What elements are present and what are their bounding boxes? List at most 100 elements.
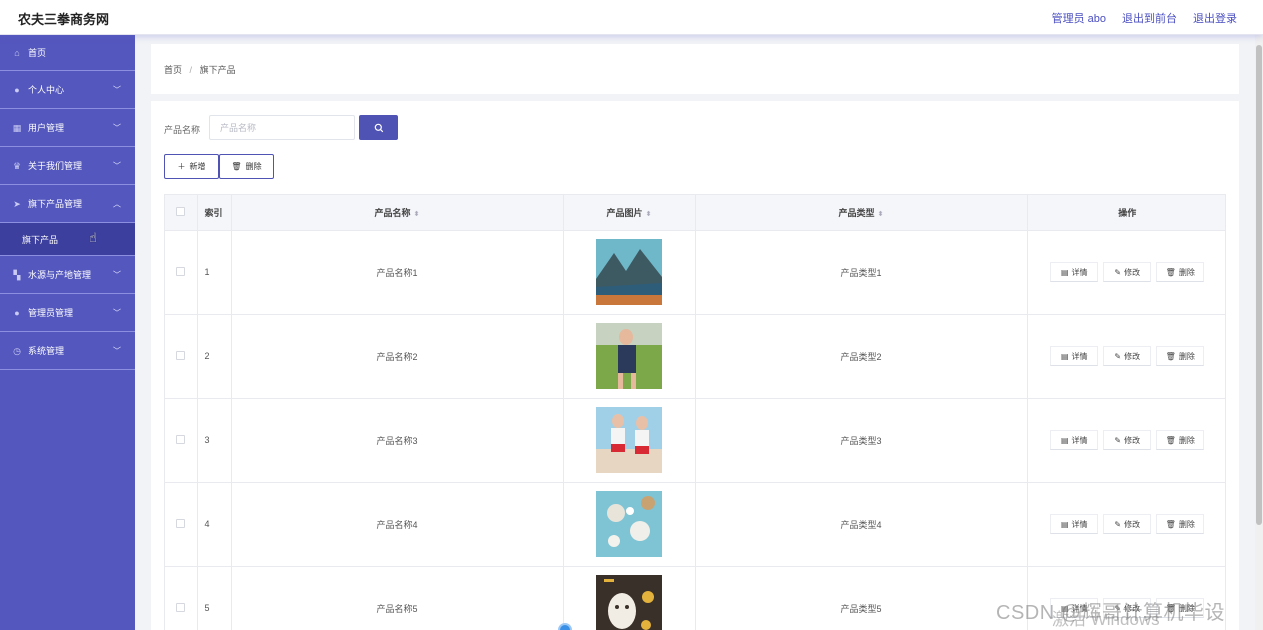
delete-button[interactable]: 🗑 删除 bbox=[1156, 262, 1205, 282]
detail-button[interactable]: ▤ 详情 bbox=[1050, 262, 1099, 282]
sidebar-item-products[interactable]: ➤ 旗下产品管理 ︿ bbox=[0, 185, 135, 223]
batch-delete-button[interactable]: 🗑 删除 bbox=[219, 154, 274, 179]
breadcrumb: 首页 / 旗下产品 bbox=[164, 63, 236, 76]
breadcrumb-card: 首页 / 旗下产品 bbox=[151, 44, 1239, 94]
detail-button[interactable]: ▤ 详情 bbox=[1050, 430, 1099, 450]
row-checkbox[interactable] bbox=[176, 434, 186, 444]
document-icon: ▤ bbox=[1060, 267, 1069, 277]
trash-icon: 🗑 bbox=[1165, 519, 1176, 529]
edit-button[interactable]: ✎ 修改 bbox=[1103, 430, 1152, 450]
header-image[interactable]: 产品图片 ⬍ bbox=[563, 195, 696, 231]
add-button[interactable]: ＋ 新增 bbox=[164, 154, 219, 179]
sidebar-item-about-us[interactable]: ♛ 关于我们管理 ﹀ bbox=[0, 147, 135, 185]
trash-icon: 🗑 bbox=[1165, 267, 1176, 277]
breadcrumb-current: 旗下产品 bbox=[199, 65, 236, 75]
row-product-type: 产品类型1 bbox=[695, 230, 1028, 315]
edit-button-label: 修改 bbox=[1124, 351, 1141, 361]
send-icon: ➤ bbox=[13, 198, 21, 209]
detail-button[interactable]: ▤ 详情 bbox=[1050, 346, 1099, 366]
header-type[interactable]: 产品类型 ⬍ bbox=[695, 195, 1028, 231]
sidebar-subitem-label: 旗下产品 bbox=[22, 234, 59, 245]
header-type-label: 产品类型 bbox=[838, 207, 875, 218]
product-image bbox=[596, 575, 662, 630]
sidebar-item-user-management[interactable]: ▦ 用户管理 ﹀ bbox=[0, 109, 135, 147]
row-checkbox[interactable] bbox=[176, 266, 186, 276]
edit-button-label: 修改 bbox=[1124, 435, 1141, 445]
edit-button[interactable]: ✎ 修改 bbox=[1103, 262, 1152, 282]
header-name[interactable]: 产品名称 ⬍ bbox=[231, 195, 564, 231]
detail-button-label: 详情 bbox=[1071, 519, 1088, 529]
row-actions: ▤ 详情 ✎ 修改 🗑 删除 bbox=[1027, 314, 1225, 399]
delete-button[interactable]: 🗑 删除 bbox=[1156, 346, 1205, 366]
document-icon: ▤ bbox=[1060, 435, 1069, 445]
sidebar-subitem-products[interactable]: 旗下产品 ☝ bbox=[0, 223, 135, 256]
sidebar-item-label: 用户管理 bbox=[28, 123, 65, 133]
edit-button[interactable]: ✎ 修改 bbox=[1103, 514, 1152, 534]
logout-link[interactable]: 退出登录 bbox=[1193, 10, 1237, 26]
breadcrumb-separator: / bbox=[189, 65, 193, 75]
delete-button[interactable]: 🗑 删除 bbox=[1156, 430, 1205, 450]
row-product-name: 产品名称1 bbox=[231, 230, 564, 315]
delete-button-label: 删除 bbox=[245, 162, 262, 171]
grid-icon: ▚ bbox=[13, 269, 21, 280]
hand-cursor-icon: ☝ bbox=[89, 230, 97, 245]
row-checkbox[interactable] bbox=[176, 350, 186, 360]
sidebar-item-home[interactable]: ⌂ 首页 bbox=[0, 35, 135, 71]
edit-button-label: 修改 bbox=[1124, 519, 1141, 529]
sidebar-item-personal-center[interactable]: ● 个人中心 ﹀ bbox=[0, 71, 135, 109]
delete-button-label: 删除 bbox=[1178, 351, 1195, 361]
row-product-image-cell bbox=[563, 314, 696, 399]
back-to-frontend-link[interactable]: 退出到前台 bbox=[1122, 10, 1177, 26]
search-button[interactable] bbox=[359, 115, 398, 140]
row-product-image-cell bbox=[563, 566, 696, 630]
floating-dot-icon[interactable] bbox=[558, 623, 572, 630]
detail-button-label: 详情 bbox=[1071, 267, 1088, 277]
table-row: 4 产品名称4 产品类型4 ▤ 详情 ✎ 修改 🗑 删除 bbox=[165, 482, 1225, 567]
delete-button[interactable]: 🗑 删除 bbox=[1156, 514, 1205, 534]
row-select-cell bbox=[165, 398, 198, 483]
sidebar-item-label: 系统管理 bbox=[28, 346, 65, 356]
row-index: 3 bbox=[197, 398, 232, 483]
sidebar-item-label: 首页 bbox=[28, 48, 47, 58]
sidebar-item-label: 水源与产地管理 bbox=[28, 270, 92, 280]
select-all-checkbox[interactable] bbox=[176, 206, 186, 216]
row-actions: ▤ 详情 ✎ 修改 🗑 删除 bbox=[1027, 398, 1225, 483]
header-name-label: 产品名称 bbox=[374, 207, 411, 218]
table-header-row: 索引 产品名称 ⬍ 产品图片 ⬍ 产品类型 ⬍ 操作 bbox=[165, 195, 1225, 231]
detail-button[interactable]: ▤ 详情 bbox=[1050, 514, 1099, 534]
chevron-down-icon: ﹀ bbox=[113, 123, 121, 132]
admin-user-link[interactable]: 管理员 abo bbox=[1052, 10, 1106, 26]
product-image bbox=[596, 491, 662, 557]
row-product-type: 产品类型3 bbox=[695, 398, 1028, 483]
row-actions: ▤ 详情 ✎ 修改 🗑 删除 bbox=[1027, 230, 1225, 315]
row-actions: ▤ 详情 ✎ 修改 🗑 删除 bbox=[1027, 482, 1225, 567]
edit-button-label: 修改 bbox=[1124, 267, 1141, 277]
row-index: 5 bbox=[197, 566, 232, 630]
calendar-icon: ▦ bbox=[12, 122, 22, 133]
product-image bbox=[596, 407, 662, 473]
table-row: 3 产品名称3 产品类型3 ▤ 详情 ✎ 修改 🗑 删除 bbox=[165, 398, 1225, 483]
sort-icon: ⬍ bbox=[413, 210, 420, 218]
row-checkbox[interactable] bbox=[176, 602, 186, 612]
scrollbar-thumb[interactable] bbox=[1256, 45, 1262, 525]
row-product-image-cell bbox=[563, 398, 696, 483]
row-checkbox[interactable] bbox=[176, 518, 186, 528]
sort-icon: ⬍ bbox=[645, 210, 652, 218]
sidebar-item-water-origin[interactable]: ▚ 水源与产地管理 ﹀ bbox=[0, 256, 135, 294]
header-links: 管理员 abo 退出到前台 退出登录 bbox=[1052, 10, 1237, 26]
breadcrumb-home[interactable]: 首页 bbox=[164, 65, 182, 75]
sidebar-item-admin-management[interactable]: ● 管理员管理 ﹀ bbox=[0, 294, 135, 332]
document-icon: ▤ bbox=[1060, 519, 1069, 529]
user-icon: ● bbox=[14, 307, 20, 318]
plus-icon: ＋ bbox=[177, 162, 186, 171]
header-index: 索引 bbox=[197, 195, 232, 231]
sidebar-item-label: 管理员管理 bbox=[28, 308, 74, 318]
sidebar-item-system[interactable]: ◷ 系统管理 ﹀ bbox=[0, 332, 135, 370]
sidebar-item-label: 旗下产品管理 bbox=[28, 199, 83, 209]
search-input[interactable] bbox=[209, 115, 355, 140]
edit-button[interactable]: ✎ 修改 bbox=[1103, 346, 1152, 366]
page-scrollbar[interactable] bbox=[1255, 35, 1263, 630]
row-select-cell bbox=[165, 482, 198, 567]
chevron-down-icon: ﹀ bbox=[113, 85, 121, 94]
product-image bbox=[596, 239, 662, 305]
